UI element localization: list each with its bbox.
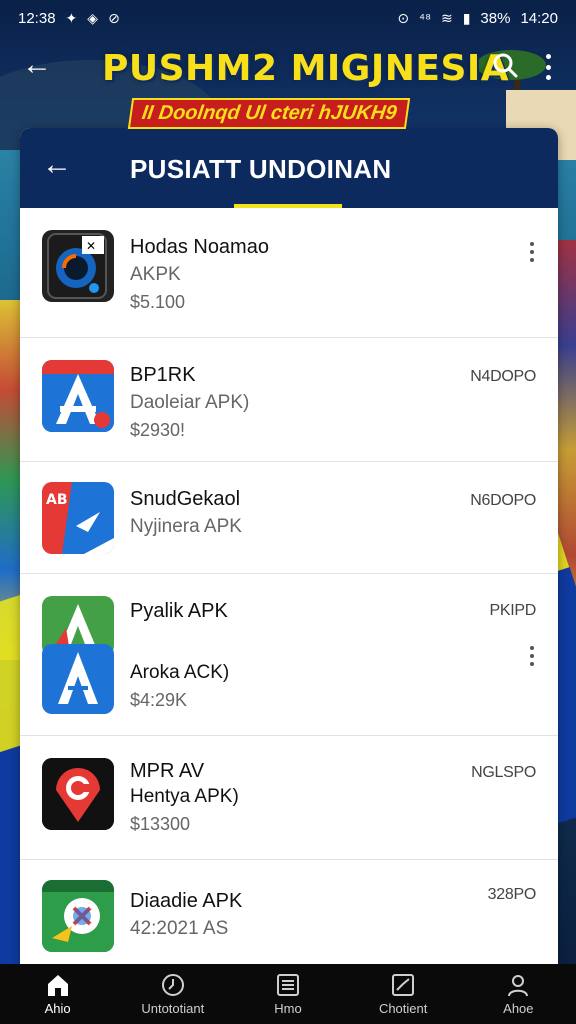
signal-icon: ▮ bbox=[462, 9, 471, 26]
svg-text:AB: AB bbox=[46, 492, 68, 508]
item-menu-icon[interactable] bbox=[528, 242, 536, 262]
nav-label: Hmo bbox=[274, 1001, 302, 1016]
app-list-item[interactable]: Pyalik APK Aroka ACK) $4:29K PKIPD bbox=[20, 574, 558, 736]
battery-level: 38% bbox=[480, 9, 511, 27]
nav-label: Ahoe bbox=[503, 1001, 534, 1016]
nav-item-downloads[interactable]: Untototiant bbox=[118, 972, 228, 1016]
app-name: MPR AV bbox=[130, 760, 205, 782]
app-status-badge: 328PO bbox=[487, 886, 537, 903]
app-list-item[interactable]: AB SnudGekaol Nyjinera APK N6DOPO bbox=[20, 462, 558, 574]
app-price: $2930! bbox=[130, 420, 186, 440]
bottom-navigation: Ahio Untototiant Hmo Chotient Ahoe bbox=[0, 964, 576, 1024]
app-type: Hentya APK) bbox=[130, 786, 239, 807]
back-arrow-icon[interactable]: ← bbox=[22, 50, 52, 80]
app-price: $13300 bbox=[130, 814, 191, 834]
nav-item-profile[interactable]: Ahoe bbox=[463, 972, 573, 1016]
app-name: Pyalik APK bbox=[130, 600, 228, 622]
nav-item-list[interactable]: Hmo bbox=[233, 972, 343, 1016]
app-name: Diaadie APK bbox=[130, 890, 243, 912]
app-list-item[interactable]: BP1RK Daoleiar APK) $2930! N4DOPO bbox=[20, 338, 558, 462]
item-menu-icon[interactable] bbox=[528, 646, 536, 666]
app-name: BP1RK bbox=[130, 364, 196, 386]
app-icon-2 bbox=[42, 360, 114, 432]
app-name: Hodas Noamao bbox=[130, 236, 269, 258]
shield-icon: ◈ bbox=[87, 9, 99, 26]
status-time-right: 14:20 bbox=[520, 9, 558, 27]
clock-icon bbox=[161, 974, 184, 996]
app-list-item[interactable]: MPR AV Hentya APK) $13300 NGLSPO bbox=[20, 736, 558, 860]
app-icon-4 bbox=[42, 596, 114, 714]
nav-item-home[interactable]: Ahio bbox=[3, 972, 113, 1016]
app-header: ← PUSHM2 MIGJNESIA II Doolnqd Ul cteri h… bbox=[0, 36, 576, 132]
status-bar: 12:38 ✦ ◈ ⊘ ⊙ ⁴⁸ ≋ ▮ 38% 14:20 bbox=[0, 0, 576, 36]
home-icon bbox=[47, 975, 68, 996]
profile-icon bbox=[508, 975, 529, 997]
svg-text:✕: ✕ bbox=[86, 239, 96, 253]
app-type: 42:2021 AS bbox=[130, 918, 229, 939]
app-icon: ⊘ bbox=[108, 9, 120, 26]
app-status-badge: N6DOPO bbox=[470, 492, 536, 509]
app-icon-3: AB bbox=[42, 482, 114, 554]
nav-item-chart[interactable]: Chotient bbox=[348, 972, 458, 1016]
nav-label: Untototiant bbox=[141, 1001, 205, 1016]
app-type: AKPK bbox=[130, 264, 181, 285]
app-price: $5.100 bbox=[130, 292, 186, 312]
app-status-badge: PKIPD bbox=[489, 602, 536, 619]
download-center-card: ← PUSIATT UNDOINAN ✕ Hodas Noamao AKPK $… bbox=[20, 128, 558, 964]
app-title: PUSHM2 MIGJNESIA bbox=[102, 48, 510, 89]
app-icon-1: ✕ bbox=[42, 230, 114, 302]
app-icon-6 bbox=[42, 880, 114, 952]
more-options-icon[interactable] bbox=[544, 54, 552, 80]
card-title: PUSIATT UNDOINAN bbox=[130, 154, 392, 184]
app-list-item[interactable]: ✕ Hodas Noamao AKPK $5.100 bbox=[20, 208, 558, 338]
nav-label: Ahio bbox=[44, 1001, 71, 1016]
network-icon: ⁴⁸ bbox=[419, 10, 431, 26]
chart-icon bbox=[392, 974, 415, 996]
app-list-item[interactable]: Diaadie APK 42:2021 AS 328PO bbox=[20, 860, 558, 964]
status-time-left: 12:38 bbox=[18, 9, 56, 27]
app-icon-5 bbox=[42, 758, 114, 830]
wifi-icon: ≋ bbox=[440, 9, 453, 26]
back-arrow-icon[interactable]: ← bbox=[42, 150, 72, 180]
app-type: Aroka ACK) bbox=[130, 662, 230, 683]
app-status-badge: NGLSPO bbox=[471, 764, 536, 781]
app-type: Daoleiar APK) bbox=[130, 392, 250, 413]
promo-banner: II Doolnqd Ul cteri hJUKH9 bbox=[127, 98, 411, 129]
card-header: ← PUSIATT UNDOINAN bbox=[20, 128, 558, 208]
app-status-badge: N4DOPO bbox=[470, 368, 536, 385]
alarm-icon: ⊙ bbox=[397, 9, 410, 26]
nav-label: Chotient bbox=[378, 1001, 428, 1016]
app-type: Nyjinera APK bbox=[130, 516, 242, 537]
vibrate-icon: ✦ bbox=[65, 9, 78, 26]
app-name: SnudGekaol bbox=[130, 488, 241, 510]
app-price: $4:29K bbox=[130, 690, 188, 710]
search-icon[interactable] bbox=[492, 52, 518, 78]
list-icon bbox=[276, 974, 299, 996]
